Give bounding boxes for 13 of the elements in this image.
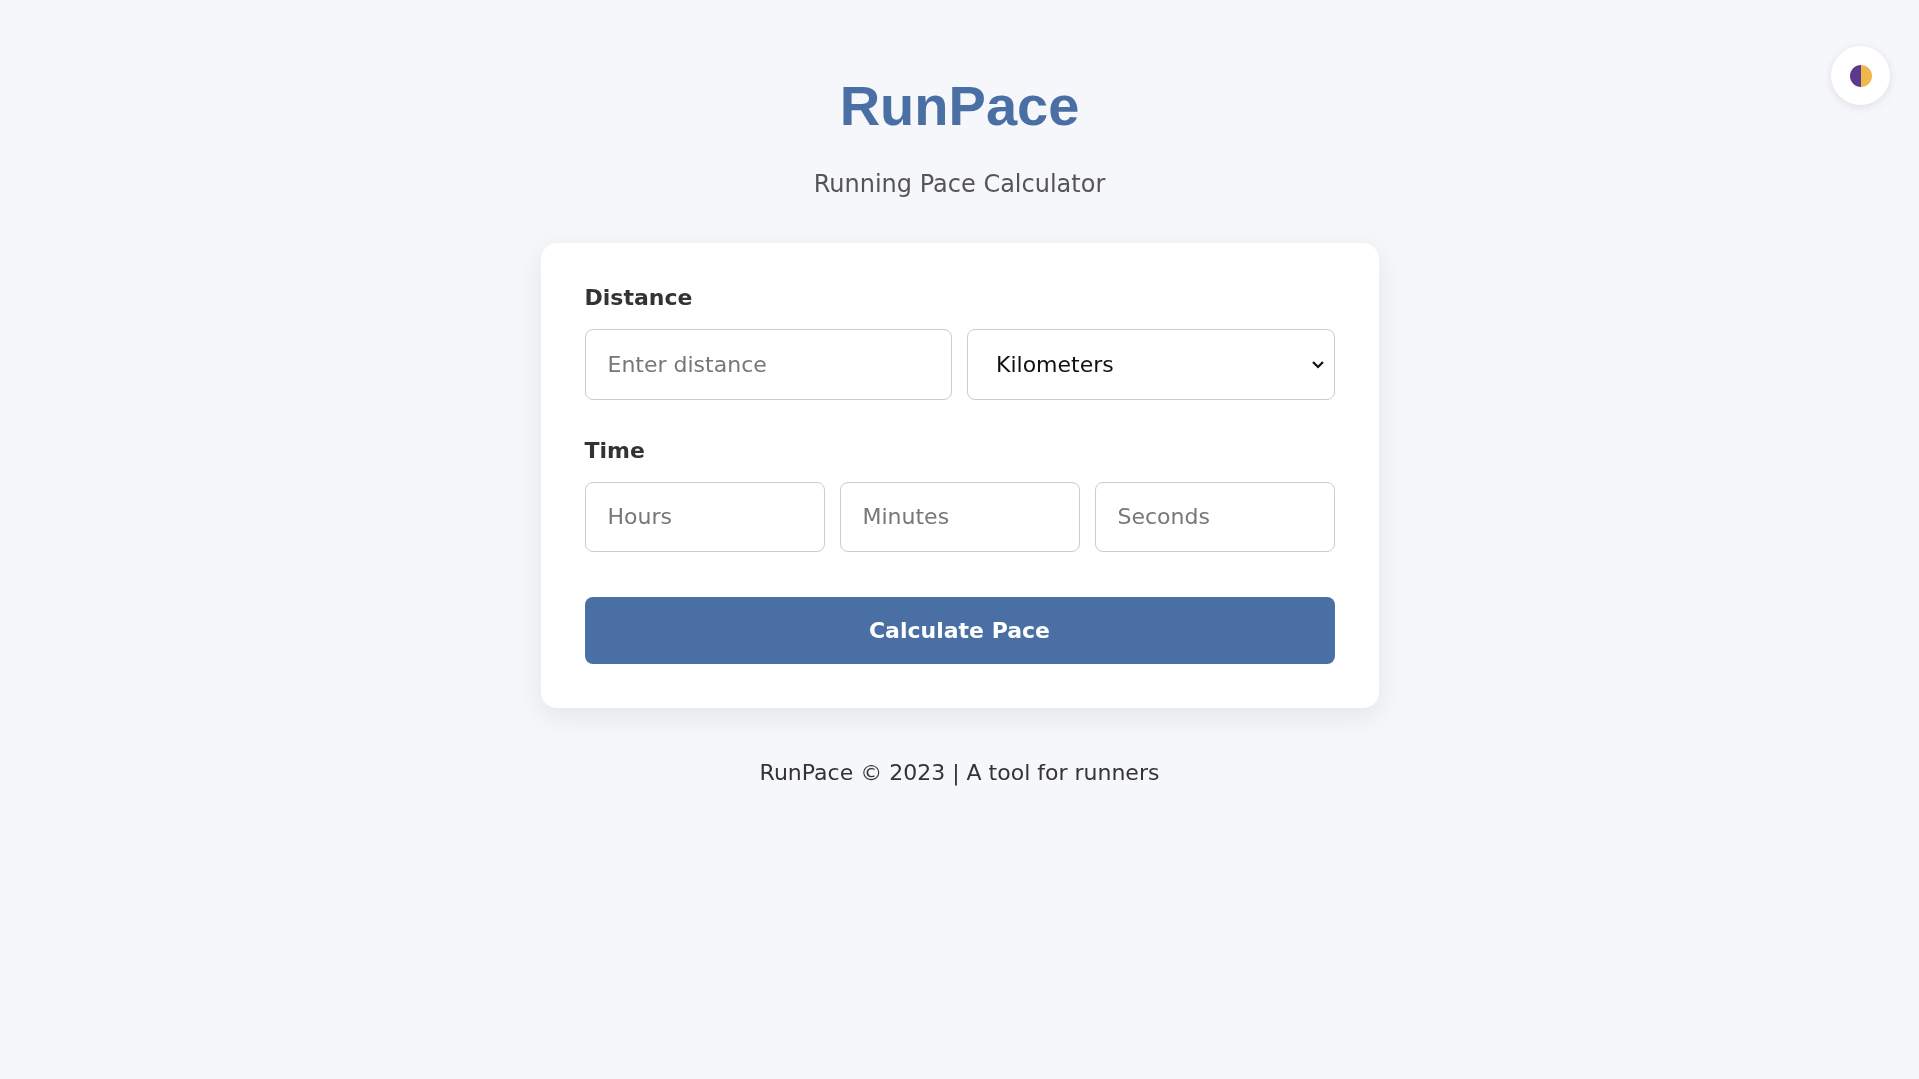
footer-text: RunPace © 2023 | A tool for runners [759,759,1160,785]
theme-toggle-button[interactable] [1831,46,1890,105]
time-input[interactable]: Minutes [839,481,1080,552]
time-input[interactable]: Hours [584,481,825,552]
unit-select[interactable]: Kilometers [967,328,1335,400]
calculate-button[interactable]: Calculate Pace [584,596,1335,664]
distance-label: Distance [584,286,694,309]
half-circle-icon [1848,63,1873,88]
time-input[interactable]: Seconds [1094,481,1335,552]
distance-input[interactable]: Enter distance [584,328,952,400]
app-title: RunPace [839,78,1080,134]
time-label: Time [584,439,646,462]
app-subtitle: Running Pace Calculator [813,170,1106,199]
